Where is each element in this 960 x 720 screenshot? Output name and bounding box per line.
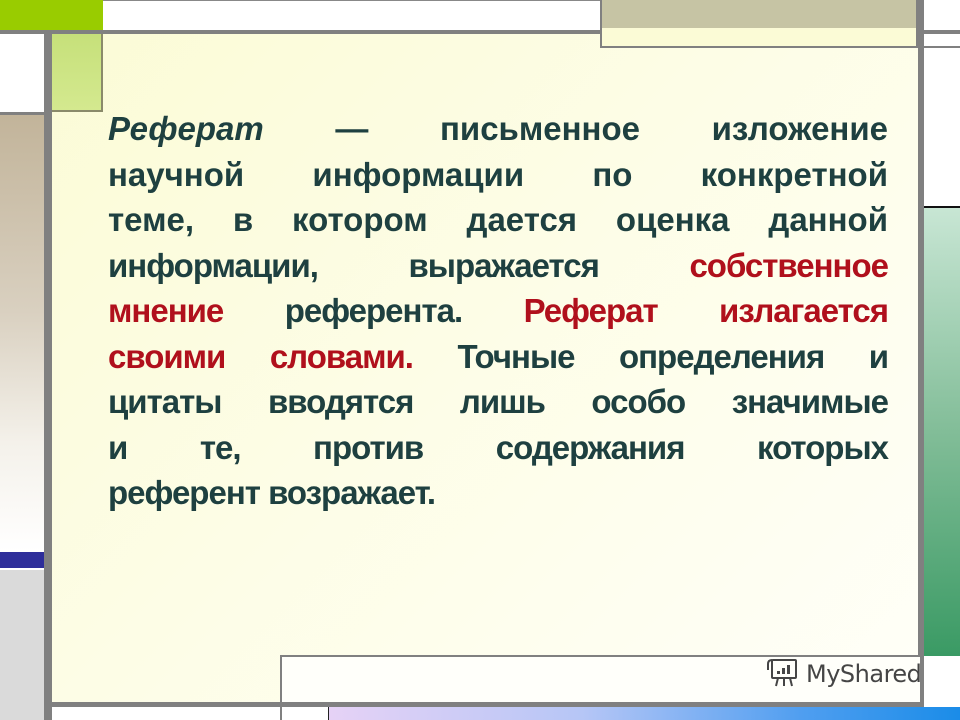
highlighted-phrase: своими словами. [108,337,414,375]
text-line: информации, выражается собственное [108,243,889,289]
decorative-tan-box [600,0,918,48]
text-line: теме, в котором дается оценка данной [108,197,888,243]
presentation-board-icon [766,655,800,694]
highlighted-phrase: собственное [689,246,889,284]
highlighted-phrase: Реферат излагается [523,292,889,329]
bottom-white-strip [52,707,328,720]
right-white-box [924,48,960,206]
watermark-logo[interactable]: MyShared [766,655,922,694]
text-segment: референт возражает. [108,474,436,511]
watermark-label: MyShared [806,660,922,688]
text-line: мнение референта. Реферат излагается [108,288,889,334]
text-segment: цитаты вводятся лишь особо значимые [108,383,889,420]
text-line: цитаты вводятся лишь особо значимые [108,379,889,425]
left-grey-strip [0,570,44,720]
left-blue-bar [0,552,44,568]
text-segment: референта. [223,292,524,329]
slide-body-text: Реферат — письменное изложение научной ин… [108,106,889,516]
left-white-box [0,34,44,112]
text-segment: теме, в котором дается оценка данной [108,201,888,238]
text-segment: научной информации по конкретной [108,155,888,193]
text-segment: информации, выражается [108,246,690,284]
term-word: Реферат [108,110,264,147]
text-line: и те, против содержания которых [108,425,889,471]
top-band [103,0,600,31]
text-line: Реферат — письменное изложение [108,106,888,152]
bottom-gradient-strip [328,707,960,720]
text-segment: — письменное изложение [263,110,888,147]
left-frame-rule [44,34,52,720]
bottom-divider [280,700,282,720]
decorative-green-block [0,0,103,30]
text-segment: Точные определения и [412,337,889,375]
bottom-frame-rule [52,702,924,707]
right-frame-rule [918,0,924,720]
text-line: референт возражает. [108,470,888,516]
highlighted-phrase: мнение [108,292,224,329]
right-top-white [924,0,960,30]
text-line: научной информации по конкретной [108,152,888,198]
decorative-lightgreen-block [52,34,103,112]
right-green-strip [924,208,960,656]
text-line: своими словами. Точные определения и [108,334,889,380]
left-tan-strip [0,112,44,552]
text-segment: и те, против содержания которых [108,428,889,466]
